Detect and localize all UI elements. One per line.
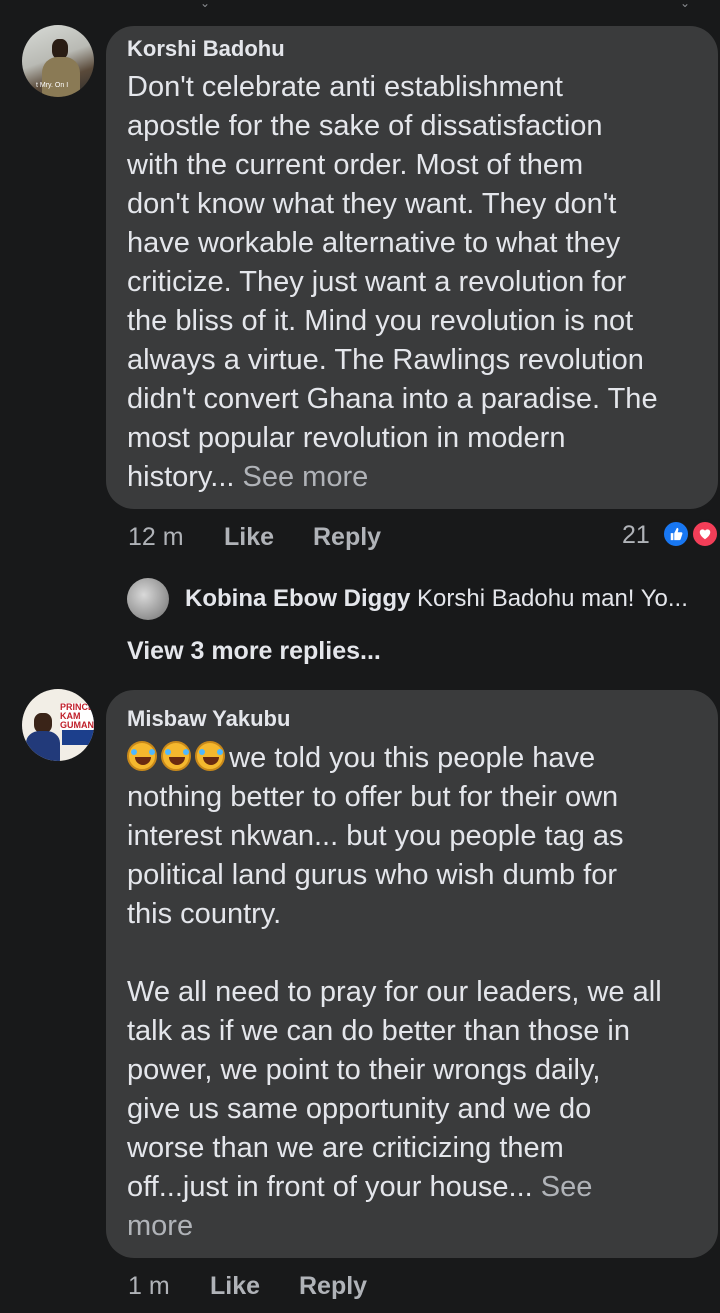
cutoff-glyph: ⌄ [200, 0, 211, 10]
comment-body: we told you this people have nothing bet… [127, 742, 662, 1203]
rolling-on-floor-laughing-emoji [161, 741, 192, 771]
like-button[interactable]: Like [210, 1272, 260, 1301]
cutoff-glyph: ⌄ [680, 0, 691, 10]
like-button[interactable]: Like [224, 523, 274, 552]
comment-author[interactable]: Korshi Badohu [127, 36, 285, 62]
avatar-figure [34, 713, 52, 733]
comment-author[interactable]: Misbaw Yakubu [127, 706, 290, 732]
comment-timestamp[interactable]: 1 m [128, 1272, 170, 1301]
reply-preview[interactable]: Kobina Ebow Diggy Korshi Badohu man! Yo.… [185, 585, 715, 613]
reply-button[interactable]: Reply [313, 523, 381, 552]
reply-avatar[interactable] [127, 578, 169, 620]
avatar-figure [42, 57, 80, 97]
comment-text: Don't celebrate anti establishment apost… [127, 68, 707, 497]
avatar-caption: PRINCE KAM GUMAN [60, 702, 94, 730]
like-reaction-icon [661, 519, 691, 549]
see-more-link[interactable]: See more [243, 461, 369, 493]
reaction-count[interactable]: 21 [622, 521, 650, 550]
avatar-figure [26, 731, 60, 761]
comment-timestamp[interactable]: 12 m [128, 523, 184, 552]
avatar[interactable]: PRINCE KAM GUMAN [22, 689, 94, 761]
avatar-figure [52, 39, 68, 59]
avatar[interactable]: t Mry. On I [22, 25, 94, 97]
avatar-caption: t Mry. On I [36, 82, 69, 89]
reply-button[interactable]: Reply [299, 1272, 367, 1301]
rolling-on-floor-laughing-emoji [195, 741, 226, 771]
comment-text: we told you this people have nothing bet… [127, 739, 707, 1246]
top-edge: ⌄ ⌄ [0, 0, 720, 10]
love-reaction-icon [690, 519, 720, 549]
view-more-replies-link[interactable]: View 3 more replies... [127, 637, 381, 666]
rolling-on-floor-laughing-emoji [127, 741, 157, 771]
comment-body: Don't celebrate anti establishment apost… [127, 71, 658, 493]
reply-text: Korshi Badohu man! Yo... [417, 585, 688, 612]
reply-author[interactable]: Kobina Ebow Diggy [185, 585, 410, 612]
